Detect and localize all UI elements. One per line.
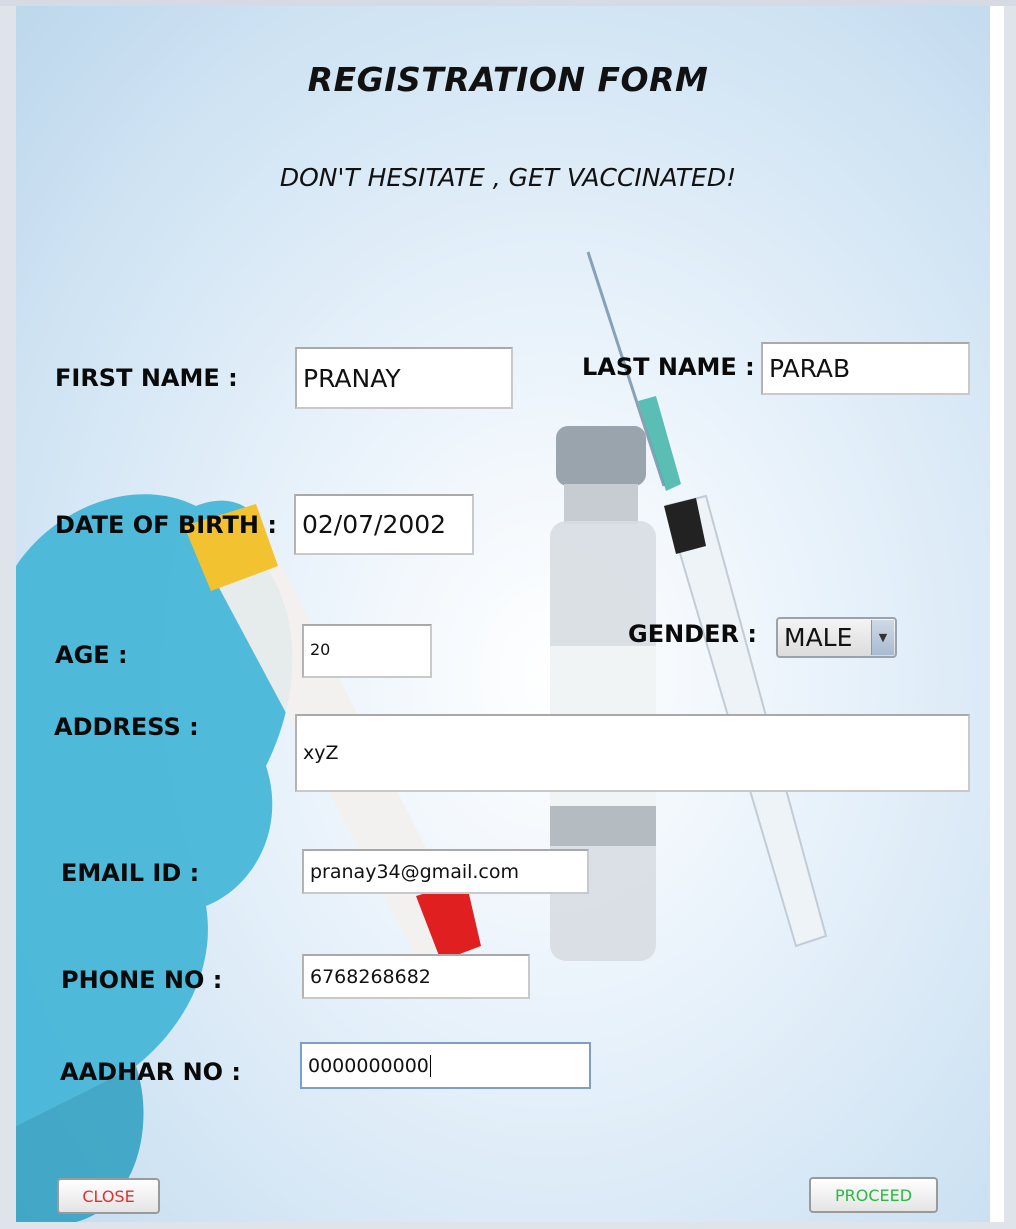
vial-neck-shape — [564, 484, 638, 524]
chevron-down-icon[interactable]: ▼ — [871, 620, 894, 655]
phone-value: 6768268682 — [310, 965, 431, 988]
close-button[interactable]: CLOSE — [57, 1178, 160, 1214]
first-name-input[interactable]: PRANAY — [295, 347, 513, 409]
text-caret — [429, 1054, 431, 1077]
gender-selected-value: MALE — [784, 623, 853, 652]
age-value: 20 — [310, 640, 331, 659]
dob-label: DATE OF BIRTH : — [55, 511, 277, 539]
aadhar-input[interactable]: 0000000000 — [300, 1042, 591, 1089]
address-label: ADDRESS : — [54, 713, 199, 741]
email-input[interactable]: pranay34@gmail.com — [302, 849, 589, 894]
email-label: EMAIL ID : — [61, 859, 200, 887]
form-subtitle: DON'T HESITATE , GET VACCINATED! — [279, 163, 737, 192]
last-name-input[interactable]: PARAB — [761, 342, 970, 395]
last-name-label: LAST NAME : — [582, 353, 755, 381]
address-input[interactable]: xyZ — [295, 714, 970, 792]
last-name-value: PARAB — [769, 354, 851, 383]
phone-label: PHONE NO : — [61, 966, 223, 994]
email-value: pranay34@gmail.com — [310, 860, 520, 883]
address-value: xyZ — [303, 742, 339, 764]
aadhar-label: AADHAR NO : — [60, 1058, 242, 1086]
first-name-label: FIRST NAME : — [55, 364, 238, 392]
proceed-button[interactable]: PROCEED — [809, 1177, 938, 1213]
dob-value: 02/07/2002 — [302, 510, 447, 539]
dob-input[interactable]: 02/07/2002 — [294, 494, 474, 555]
age-label: AGE : — [55, 641, 128, 669]
vial-cap-shape — [556, 426, 646, 486]
aadhar-value: 0000000000 — [308, 1054, 429, 1077]
phone-input[interactable]: 6768268682 — [302, 954, 530, 999]
gender-label: GENDER : — [628, 620, 757, 648]
vial-band-shape — [550, 806, 656, 846]
form-title: REGISTRATION FORM — [307, 60, 709, 99]
gender-select[interactable]: MALE ▼ — [776, 617, 897, 658]
age-input[interactable]: 20 — [302, 624, 432, 678]
first-name-value: PRANAY — [303, 363, 401, 393]
